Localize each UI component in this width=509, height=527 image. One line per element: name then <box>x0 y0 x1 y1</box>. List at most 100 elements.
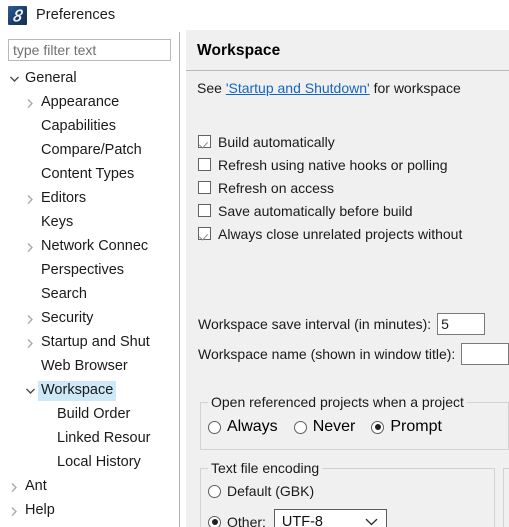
tree-item-network-connec[interactable]: Network Connec <box>0 235 179 259</box>
tree-item-build-order[interactable]: Build Order <box>0 403 179 427</box>
open-referenced-projects-legend: Open referenced projects when a project <box>208 394 467 410</box>
tree-item-local-history[interactable]: Local History <box>0 451 179 475</box>
tree-item-capabilities[interactable]: Capabilities <box>0 115 179 139</box>
open-referenced-radio-group: Always Never Prompt <box>208 418 458 436</box>
checkbox-row[interactable]: Save automatically before build <box>198 199 509 222</box>
tree-item-label: Help <box>25 502 55 518</box>
open-referenced-projects-group: Open referenced projects when a project … <box>200 394 509 450</box>
tree-item-ant[interactable]: Ant <box>0 475 179 499</box>
tree-item-label: Build Order <box>57 406 131 422</box>
tree-item-startup-and-shut[interactable]: Startup and Shut <box>0 331 179 355</box>
chevron-right-icon[interactable] <box>6 475 22 499</box>
encoding-combo-value: UTF-8 <box>281 514 323 527</box>
checkbox-icon[interactable] <box>198 135 211 148</box>
radio-never-label: Never <box>312 418 356 435</box>
tree-item-label: Linked Resour <box>57 430 151 446</box>
tree-item-workspace[interactable]: Workspace <box>0 379 179 403</box>
radio-prompt-icon[interactable] <box>371 420 385 434</box>
checkbox-row[interactable]: Refresh using native hooks or polling <box>198 153 509 176</box>
workspace-name-input[interactable] <box>461 343 509 365</box>
tree-item-search[interactable]: Search <box>0 283 179 307</box>
startup-and-shutdown-link[interactable]: 'Startup and Shutdown' <box>226 80 370 96</box>
chevron-right-icon[interactable] <box>22 235 38 259</box>
tree-item-compare-patch[interactable]: Compare/Patch <box>0 139 179 163</box>
checkbox-row[interactable]: Always close unrelated projects without <box>198 222 509 245</box>
tree-item-label: General <box>25 70 77 86</box>
preferences-dialog: Preferences General Appearance Capabilitie… <box>0 0 509 527</box>
title-separator <box>186 70 509 71</box>
intro-text: See 'Startup and Shutdown' for workspace <box>197 80 461 96</box>
radio-always[interactable]: Always <box>208 418 278 436</box>
checkbox-icon[interactable] <box>198 158 211 171</box>
radio-never[interactable]: Never <box>293 418 356 436</box>
tree-item-linked-resour[interactable]: Linked Resour <box>0 427 179 451</box>
window-title: Preferences <box>36 7 116 23</box>
tree-item-label: Editors <box>41 190 87 206</box>
encoding-other-radio-row: Other: UTF-8 <box>208 509 387 527</box>
encoding-default-radio-icon[interactable] <box>208 484 221 498</box>
preferences-tree[interactable]: General Appearance Capabilities Compare/Pat… <box>0 67 179 527</box>
chevron-right-icon[interactable] <box>22 331 38 355</box>
chevron-right-icon[interactable] <box>22 307 38 331</box>
checkbox-row[interactable]: Build automatically <box>198 130 509 153</box>
tree-item-label: Compare/Patch <box>41 142 142 158</box>
checkbox-label: Save automatically before build <box>218 202 413 219</box>
checkbox-label: Refresh using native hooks or polling <box>218 156 448 173</box>
radio-prompt[interactable]: Prompt <box>371 418 442 436</box>
tree-item-editors[interactable]: Editors <box>0 187 179 211</box>
radio-prompt-label: Prompt <box>390 418 442 435</box>
radio-always-icon[interactable] <box>208 420 221 434</box>
chevron-right-icon[interactable] <box>6 499 22 523</box>
tree-item-label: Network Connec <box>41 238 149 254</box>
tree-item-label: Capabilities <box>41 118 116 134</box>
page-title: Workspace <box>197 42 281 59</box>
encoding-combo[interactable]: UTF-8 <box>273 509 387 527</box>
encoding-other-radio-icon[interactable] <box>208 515 221 527</box>
checkbox-row[interactable]: Refresh on access <box>198 176 509 199</box>
tree-item-general[interactable]: General <box>0 67 179 91</box>
tree-item-appearance[interactable]: Appearance <box>0 91 179 115</box>
tree-item-content-types[interactable]: Content Types <box>0 163 179 187</box>
checkbox-icon[interactable] <box>198 227 211 240</box>
chevron-right-icon[interactable] <box>6 523 22 527</box>
save-interval-input[interactable] <box>437 313 486 335</box>
navigation-pane: General Appearance Capabilities Compare/Pat… <box>0 30 179 527</box>
checkbox-icon[interactable] <box>198 204 211 217</box>
tree-item-web-browser[interactable]: Web Browser <box>0 355 179 379</box>
pane-divider-line <box>179 32 180 527</box>
tree-item-label: Local History <box>57 454 141 470</box>
workspace-name-field-row: Workspace name (shown in window title): <box>198 343 509 365</box>
tree-item-keys[interactable]: Keys <box>0 211 179 235</box>
text-file-encoding-group: Text file encoding Default (GBK) Other: … <box>200 460 495 527</box>
tree-item-label: Startup and Shut <box>41 334 150 350</box>
tree-item-help[interactable]: Help <box>0 499 179 523</box>
encoding-default-radio-row[interactable]: Default (GBK) <box>208 483 314 499</box>
text-file-encoding-group-continued <box>503 468 509 527</box>
tree-item-label: Web Browser <box>41 358 128 374</box>
tree-item-perspectives[interactable]: Perspectives <box>0 259 179 283</box>
chevron-down-icon[interactable] <box>6 67 22 91</box>
chevron-right-icon[interactable] <box>22 91 38 115</box>
checkbox-icon[interactable] <box>198 181 211 194</box>
checkbox-label: Build automatically <box>218 133 335 150</box>
workspace-checkbox-list: Build automatically Refresh using native … <box>198 130 509 245</box>
tree-item-label: Search <box>41 286 87 302</box>
filter-input[interactable] <box>8 39 171 61</box>
chevron-down-icon[interactable] <box>22 379 38 403</box>
pane-divider[interactable] <box>179 30 186 527</box>
chevron-right-icon[interactable] <box>22 187 38 211</box>
tree-item-label: Ant <box>25 478 47 494</box>
tree-item-security[interactable]: Security <box>0 307 179 331</box>
radio-never-icon[interactable] <box>293 420 307 434</box>
encoding-other-label: Other: <box>227 514 266 527</box>
tree-item-java[interactable]: Java <box>0 523 179 527</box>
tree-item-label: Perspectives <box>41 262 125 278</box>
